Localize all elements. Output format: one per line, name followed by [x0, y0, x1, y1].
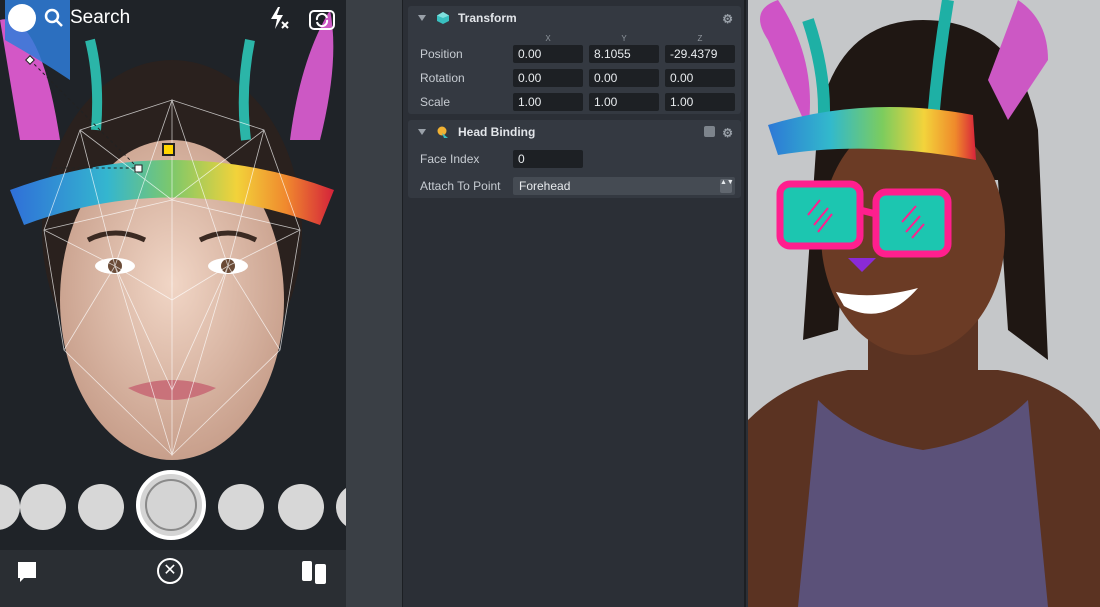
phone-preview: Search ✕: [0, 0, 346, 607]
transform-header[interactable]: Transform ⚙: [408, 6, 741, 30]
gear-icon[interactable]: ⚙: [722, 12, 733, 26]
head-binding-header[interactable]: Head Binding ⚙: [408, 120, 741, 144]
collapse-triangle-icon[interactable]: [418, 15, 426, 21]
face-index-label: Face Index: [420, 152, 480, 166]
position-y-field[interactable]: 8.1055: [589, 45, 659, 63]
lens-option[interactable]: [78, 484, 124, 530]
lens-option[interactable]: [278, 484, 324, 530]
camera-preview: [748, 0, 1100, 607]
scale-y-field[interactable]: 1.00: [589, 93, 659, 111]
profile-avatar[interactable]: [8, 4, 36, 32]
head-binding-title: Head Binding: [458, 125, 536, 139]
scale-z-field[interactable]: 1.00: [665, 93, 735, 111]
camera-preview-image: [748, 0, 1100, 607]
transform-icon: [437, 12, 449, 24]
flip-camera-icon[interactable]: [308, 6, 336, 32]
rotation-label: Rotation: [420, 71, 465, 85]
search-icon: [44, 8, 63, 27]
select-arrows-icon: ▲▼: [720, 179, 734, 193]
transform-card: Transform ⚙ X Y Z Position 0.00 8.1055 -…: [408, 6, 741, 114]
chat-icon[interactable]: [16, 560, 38, 584]
search-label: Search: [70, 7, 131, 28]
axis-label-y: Y: [621, 34, 627, 43]
gear-icon[interactable]: ⚙: [722, 126, 733, 140]
rotation-y-field[interactable]: 0.00: [589, 69, 659, 87]
flash-off-icon[interactable]: [268, 6, 290, 30]
head-binding-card: Head Binding ⚙ Face Index 0 Attach To Po…: [408, 120, 741, 198]
collapse-triangle-icon[interactable]: [418, 129, 426, 135]
lens-option[interactable]: [20, 484, 66, 530]
face-index-field[interactable]: 0: [513, 150, 583, 168]
attach-to-point-select[interactable]: Forehead ▲▼: [513, 177, 735, 195]
stories-icon[interactable]: [301, 560, 327, 584]
axis-label-z: Z: [697, 34, 703, 43]
position-label: Position: [420, 47, 463, 61]
position-x-field[interactable]: 0.00: [513, 45, 583, 63]
enabled-checkbox[interactable]: [704, 126, 715, 137]
attach-to-point-label: Attach To Point: [420, 179, 501, 193]
attach-to-point-value: Forehead: [519, 179, 571, 193]
rotation-x-field[interactable]: 0.00: [513, 69, 583, 87]
axis-label-x: X: [545, 34, 551, 43]
panel-gutter: [346, 0, 402, 607]
shutter-button[interactable]: [136, 470, 206, 540]
close-icon[interactable]: ✕: [157, 558, 183, 584]
transform-title: Transform: [458, 11, 517, 25]
inspector-panel: Transform ⚙ X Y Z Position 0.00 8.1055 -…: [402, 0, 746, 607]
head-binding-icon: [437, 126, 448, 138]
scale-x-field[interactable]: 1.00: [513, 93, 583, 111]
scale-label: Scale: [420, 95, 451, 109]
search-bar[interactable]: Search: [44, 7, 130, 29]
rotation-z-field[interactable]: 0.00: [665, 69, 735, 87]
position-z-field[interactable]: -29.4379: [665, 45, 735, 63]
lens-option[interactable]: [218, 484, 264, 530]
